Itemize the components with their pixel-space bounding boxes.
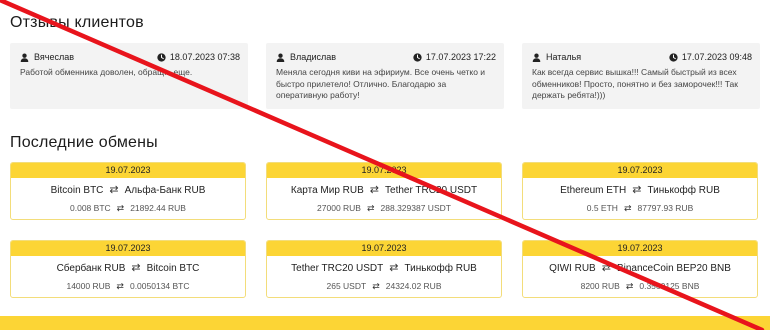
swap-arrows-icon: ⇄: [116, 280, 124, 291]
exchange-card[interactable]: 19.07.2023 Сбербанк RUB ⇄ Bitcoin BTC 14…: [10, 240, 246, 298]
exchange-to: Tether TRC20 USDT: [385, 185, 478, 196]
reviewer-name: Наталья: [546, 52, 582, 62]
review-date: 18.07.2023 07:38: [169, 52, 240, 62]
amount-to: 0.3560125 BNB: [639, 281, 700, 291]
swap-arrows-icon: ⇄: [625, 280, 634, 291]
review-text: Меняла сегодня киви на эфириум. Все очен…: [276, 67, 486, 100]
clock-icon: [157, 52, 166, 62]
exchange-date: 19.07.2023: [523, 241, 757, 256]
exchange-from: Tether TRC20 USDT: [291, 263, 384, 274]
amount-from: 14000 RUB: [66, 281, 111, 291]
exchange-to: Bitcoin BTC: [146, 263, 200, 274]
review-text: Как всегда сервис вышка!!! Самый быстрый…: [532, 67, 738, 100]
exchange-card[interactable]: 19.07.2023 Ethereum ETH ⇄ Тинькофф RUB 0…: [522, 162, 758, 220]
review-card: Наталья 17.07.2023 09:48 Как всегда серв…: [522, 43, 760, 109]
swap-arrows-icon: ⇄: [372, 280, 380, 291]
swap-arrows-icon: ⇄: [116, 202, 125, 213]
user-icon: [20, 53, 29, 62]
exchange-from: Ethereum ETH: [560, 185, 627, 196]
swap-arrows-icon: ⇄: [131, 262, 141, 274]
exchange-to: BinanceCoin BEP20 BNB: [616, 263, 731, 274]
reviewer-name: Вячеслав: [34, 52, 75, 62]
user-icon: [532, 53, 541, 62]
exchange-date: 19.07.2023: [267, 163, 501, 178]
clock-icon: [413, 52, 422, 62]
amount-from: 8200 RUB: [580, 281, 620, 291]
amount-from: 27000 RUB: [317, 203, 361, 213]
exchange-from: Сбербанк RUB: [56, 263, 126, 274]
amount-from: 265 USDT: [326, 281, 367, 291]
swap-arrows-icon: ⇄: [366, 202, 375, 213]
swap-arrows-icon: ⇄: [389, 262, 399, 274]
exchange-card[interactable]: 19.07.2023 Карта Мир RUB ⇄ Tether TRC20 …: [266, 162, 502, 220]
swap-arrows-icon: ⇄: [632, 184, 642, 196]
user-icon: [276, 53, 285, 62]
swap-arrows-icon: ⇄: [623, 202, 632, 213]
review-card: Вячеслав 18.07.2023 07:38 Работой обменн…: [10, 43, 248, 109]
exchange-to: Тинькофф RUB: [404, 263, 477, 274]
exchange-date: 19.07.2023: [523, 163, 757, 178]
amount-to: 288.329387 USDT: [380, 203, 451, 213]
review-date: 17.07.2023 09:48: [681, 52, 752, 62]
amount-to: 24324.02 RUB: [385, 281, 442, 291]
exchange-from: Bitcoin BTC: [50, 185, 104, 196]
exchange-date: 19.07.2023: [267, 241, 501, 256]
exchange-to: Тинькофф RUB: [647, 185, 720, 196]
review-date: 17.07.2023 17:22: [425, 52, 496, 62]
exchange-card[interactable]: 19.07.2023 QIWI RUB ⇄ BinanceCoin BEP20 …: [522, 240, 758, 298]
exchanges-title: Последние обмены: [10, 134, 158, 151]
exchange-date: 19.07.2023: [11, 241, 245, 256]
exchange-from: QIWI RUB: [549, 263, 596, 274]
reviewer-name: Владислав: [290, 52, 337, 62]
exchange-card[interactable]: 19.07.2023 Tether TRC20 USDT ⇄ Тинькофф …: [266, 240, 502, 298]
swap-arrows-icon: ⇄: [109, 184, 119, 196]
amount-to: 0.0050134 BTC: [129, 281, 190, 291]
exchange-card[interactable]: 19.07.2023 Bitcoin BTC ⇄ Альфа-Банк RUB …: [10, 162, 246, 220]
review-card: Владислав 17.07.2023 17:22 Меняла сегодн…: [266, 43, 504, 109]
amount-from: 0.5 ETH: [586, 203, 618, 213]
swap-arrows-icon: ⇄: [369, 184, 380, 196]
review-text: Работой обменника доволен, обращ... еще.: [20, 67, 193, 77]
amount-to: 87797.93 RUB: [637, 203, 694, 213]
footer-bar: [0, 316, 770, 330]
exchange-from: Карта Мир RUB: [290, 185, 364, 196]
clock-icon: [669, 52, 678, 62]
reviews-title: Отзывы клиентов: [10, 14, 144, 31]
exchange-to: Альфа-Банк RUB: [124, 185, 206, 196]
amount-to: 21892.44 RUB: [130, 203, 186, 213]
exchange-date: 19.07.2023: [11, 163, 245, 178]
amount-from: 0.008 BTC: [70, 203, 111, 213]
swap-arrows-icon: ⇄: [601, 262, 611, 274]
